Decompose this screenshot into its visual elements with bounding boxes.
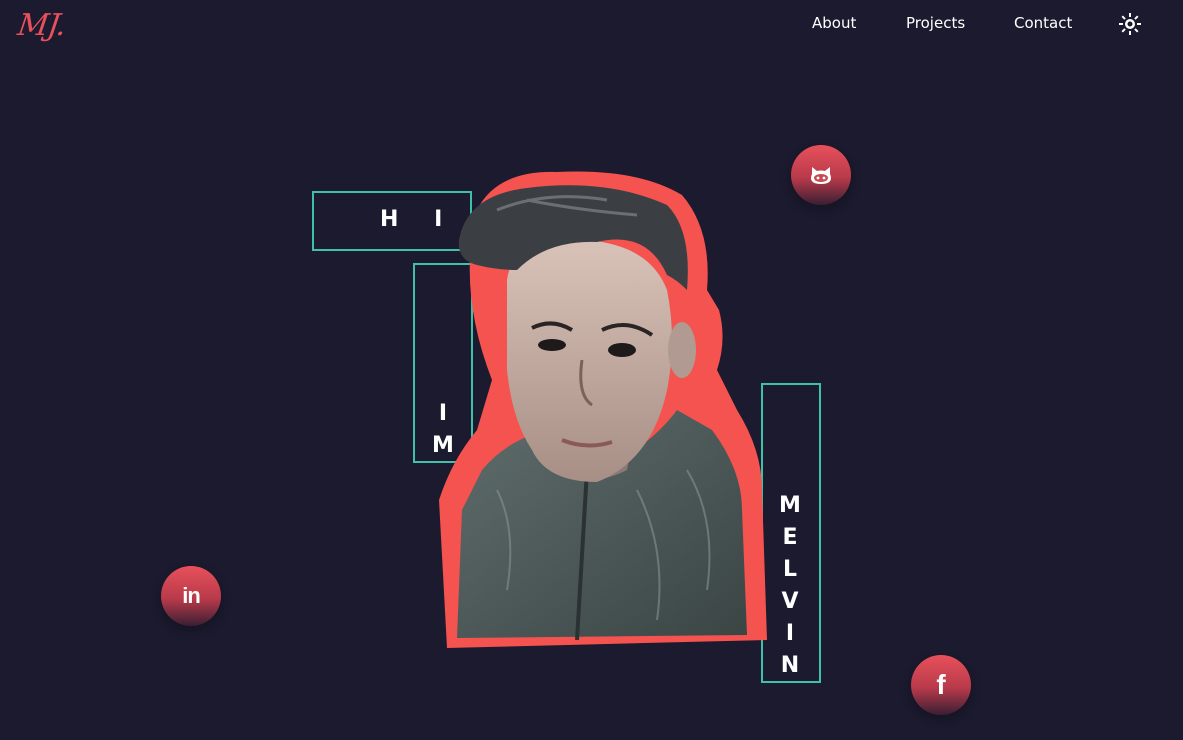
hero-letter: M <box>779 493 801 518</box>
facebook-link-button[interactable]: f <box>911 655 971 715</box>
linkedin-link-button[interactable]: in <box>161 566 221 626</box>
facebook-icon: f <box>936 669 946 700</box>
hero-letter: N <box>780 653 800 678</box>
linkedin-icon: in <box>182 583 201 608</box>
theme-toggle-button[interactable] <box>1118 12 1142 36</box>
hero-letter: I <box>438 401 448 426</box>
hero-word-melvin: M E L V I N <box>777 490 803 682</box>
nav-about-link[interactable]: About <box>812 14 856 32</box>
hero-letter: E <box>782 525 798 550</box>
hero-word-hi: H I <box>380 207 457 232</box>
hero-letter: I <box>785 621 795 646</box>
nav-projects-link[interactable]: Projects <box>906 14 965 32</box>
github-link-button[interactable] <box>791 145 851 205</box>
hero-letter: M <box>432 433 454 458</box>
profile-portrait <box>439 171 767 648</box>
nav-contact-link[interactable]: Contact <box>1014 14 1072 32</box>
site-logo[interactable]: MJ. <box>16 8 68 43</box>
hero-letter: V <box>781 589 799 614</box>
hero-word-im: I M <box>430 398 456 462</box>
hero-letter: L <box>782 557 798 582</box>
github-icon <box>811 167 831 184</box>
sun-icon <box>1119 13 1141 35</box>
